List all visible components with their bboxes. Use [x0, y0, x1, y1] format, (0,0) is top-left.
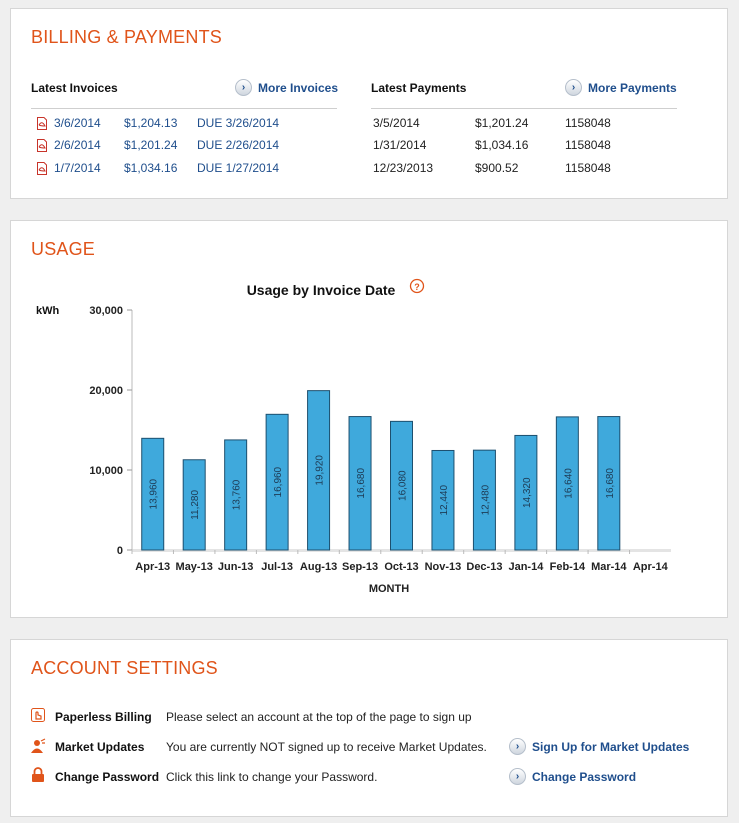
invoice-amount: $1,034.16 [124, 161, 178, 175]
change-password-link[interactable]: › Change Password [509, 768, 636, 785]
payment-amount: $1,034.16 [475, 138, 529, 152]
y-tick-label: 20,000 [89, 385, 123, 397]
invoice-date-link[interactable]: 3/6/2014 [54, 116, 124, 130]
usage-chart: Usage by Invoice Date ? kWh 0 10,000 20,000 30… [36, 278, 671, 595]
pdf-icon [37, 138, 47, 152]
sign-up-market-updates-label: Sign Up for Market Updates [532, 739, 690, 754]
bar-value-label: 11,280 [190, 490, 201, 520]
x-tick-label: Jun-13 [218, 561, 253, 573]
invoices-heading: Latest Invoices [31, 81, 118, 95]
change-password-label: Change Password [55, 770, 160, 784]
paperless-billing-text: Please select an account at the top of t… [166, 710, 472, 724]
invoice-date-link[interactable]: 2/6/2014 [54, 138, 124, 152]
y-tick-label: 30,000 [89, 305, 123, 317]
more-payments-label: More Payments [588, 80, 677, 95]
chevron-right-icon: › [565, 79, 582, 96]
lock-icon [31, 767, 45, 786]
account-panel: ACCOUNT SETTINGS Paperless Billing Pleas… [10, 639, 728, 817]
x-tick-label: Nov-13 [425, 561, 462, 573]
invoice-due: DUE 3/26/2014 [197, 116, 280, 130]
billing-panel: BILLING & PAYMENTS Latest Invoices › Mor… [10, 8, 728, 199]
more-invoices-label: More Invoices [258, 80, 339, 95]
x-tick-label: Dec-13 [466, 561, 502, 573]
bar-value-label: 12,440 [439, 485, 450, 516]
account-title: ACCOUNT SETTINGS [31, 658, 218, 678]
payments-divider [371, 108, 677, 109]
payment-ref: 1158048 [565, 116, 611, 130]
x-tick-label: Sep-13 [342, 561, 378, 573]
chevron-right-icon: › [509, 768, 526, 785]
sign-up-market-updates-link[interactable]: › Sign Up for Market Updates [509, 738, 689, 755]
y-axis-label: kWh [36, 305, 60, 317]
bar-value-label: 16,080 [398, 470, 409, 501]
x-tick-label: Apr-13 [135, 561, 170, 573]
bar-value-label: 16,680 [605, 468, 616, 499]
payment-date: 12/23/2013 [373, 161, 434, 175]
change-password-text: Click this link to change your Password. [166, 770, 378, 784]
x-tick-label: Oct-13 [384, 561, 418, 573]
change-password-action-label: Change Password [532, 769, 637, 784]
usage-panel: USAGE Usage by Invoice Date? kWh 0 10,000 20… [10, 220, 728, 618]
x-tick-label: Feb-14 [550, 561, 586, 573]
person-icon [30, 738, 46, 757]
chevron-right-icon: › [235, 79, 252, 96]
bar-value-label: 16,960 [273, 466, 284, 497]
payment-row: 1/31/2014 $1,034.16 1158048 [373, 138, 611, 152]
invoice-row[interactable]: 2/6/2014 $1,201.24 DUE 2/26/2014 [37, 138, 279, 152]
payment-row: 3/5/2014 $1,201.24 1158048 [373, 116, 611, 130]
paperless-billing-label: Paperless Billing [55, 710, 152, 724]
bar-value-label: 16,640 [563, 468, 574, 499]
billing-title: BILLING & PAYMENTS [31, 27, 222, 47]
x-tick-label: Mar-14 [591, 561, 627, 573]
bar-value-label: 16,680 [356, 468, 367, 499]
invoice-due: DUE 2/26/2014 [197, 138, 280, 152]
bar-value-label: 14,320 [522, 477, 533, 508]
x-axis-label: MONTH [369, 583, 409, 595]
x-tick-label: Jan-14 [508, 561, 544, 573]
payment-date: 1/31/2014 [373, 138, 427, 152]
payment-date: 3/5/2014 [373, 116, 420, 130]
x-tick-label: Aug-13 [300, 561, 337, 573]
payments-heading: Latest Payments [371, 81, 467, 95]
payment-ref: 1158048 [565, 161, 611, 175]
bar-value-label: 19,920 [315, 455, 326, 486]
more-payments-link[interactable]: › More Payments [565, 79, 677, 96]
hand-pointer-icon [30, 707, 46, 726]
chevron-right-icon: › [509, 738, 526, 755]
invoice-row[interactable]: 3/6/2014 $1,204.13 DUE 3/26/2014 [37, 116, 279, 130]
more-invoices-link[interactable]: › More Invoices [235, 79, 338, 96]
bar-value-label: 12,480 [480, 484, 491, 515]
x-tick-label: Apr-14 [633, 561, 669, 573]
market-updates-label: Market Updates [55, 740, 145, 754]
invoice-amount: $1,201.24 [124, 138, 178, 152]
payment-amount: $900.52 [475, 161, 519, 175]
payment-ref: 1158048 [565, 138, 611, 152]
x-tick-label: Jul-13 [261, 561, 293, 573]
invoice-amount: $1,204.13 [124, 116, 178, 130]
invoices-divider [31, 108, 337, 109]
pdf-icon [37, 116, 47, 130]
pdf-icon [37, 161, 47, 175]
market-updates-text: You are currently NOT signed up to recei… [166, 740, 487, 754]
invoice-due: DUE 1/27/2014 [197, 161, 280, 175]
y-tick-label: 0 [117, 545, 123, 557]
invoice-row[interactable]: 1/7/2014 $1,034.16 DUE 1/27/2014 [37, 161, 279, 175]
bar-value-label: 13,760 [232, 479, 243, 510]
help-icon-glyph: ? [414, 282, 420, 292]
y-tick-label: 10,000 [89, 465, 123, 477]
payment-row: 12/23/2013 $900.52 1158048 [373, 161, 611, 175]
bar-value-label: 13,960 [149, 478, 160, 509]
payment-amount: $1,201.24 [475, 116, 529, 130]
invoice-date-link[interactable]: 1/7/2014 [54, 161, 124, 175]
chart-title: Usage by Invoice Date [247, 282, 396, 298]
x-tick-label: May-13 [176, 561, 213, 573]
